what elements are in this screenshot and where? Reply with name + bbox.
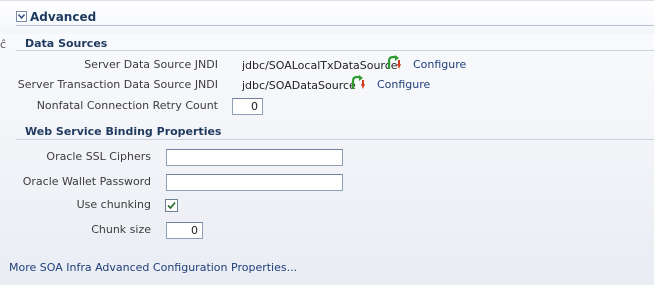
server-data-source-label: Server Data Source JNDI [84,58,218,71]
retry-count-label: Nonfatal Connection Retry Count [36,99,218,112]
advanced-title: Advanced [30,10,97,24]
ws-binding-divider [16,139,654,140]
edge-glyph: ĉ [0,38,7,51]
wallet-password-input[interactable] [166,174,343,191]
server-tx-data-source-label: Server Transaction Data Source JNDI [17,78,218,91]
server-data-source-value: jdbc/SOALocalTxDataSource [242,59,398,72]
checkmark-icon [167,201,176,210]
wallet-password-label: Oracle Wallet Password [22,175,151,188]
use-chunking-label: Use chunking [76,198,151,211]
ssl-ciphers-label: Oracle SSL Ciphers [46,150,151,163]
retry-count-input[interactable] [232,98,263,115]
navigate-icon[interactable] [386,55,404,71]
data-sources-title: Data Sources [25,37,108,50]
configure-server-ds-link[interactable]: Configure [413,58,466,71]
server-tx-data-source-value: jdbc/SOADataSource [242,79,356,92]
data-sources-divider [16,50,654,51]
advanced-section-header [0,0,654,34]
header-divider [16,25,654,26]
chunk-size-label: Chunk size [91,223,151,236]
navigate-icon[interactable] [350,75,368,91]
use-chunking-checkbox[interactable] [165,199,178,212]
collapse-toggle-icon[interactable] [16,11,27,22]
ws-binding-title: Web Service Binding Properties [25,125,222,138]
ssl-ciphers-input[interactable] [166,149,343,166]
more-properties-link[interactable]: More SOA Infra Advanced Configuration Pr… [9,261,297,274]
configure-server-tx-ds-link[interactable]: Configure [377,78,430,91]
chunk-size-input[interactable] [166,222,203,239]
